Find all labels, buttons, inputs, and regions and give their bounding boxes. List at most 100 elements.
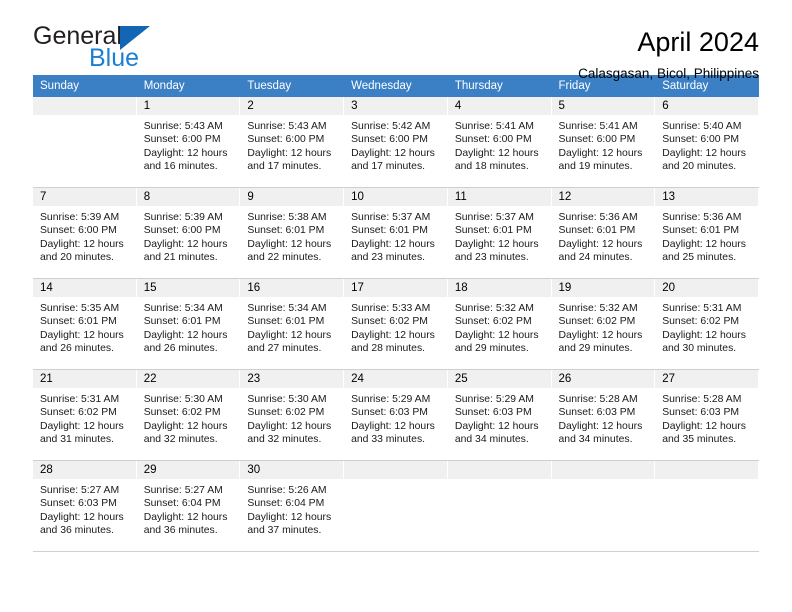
calendar-day-cell[interactable]: 29 Sunrise: 5:27 AM Sunset: 6:04 PM Dayligh… (136, 460, 241, 552)
daylight-duration-line2: and 18 minutes. (454, 161, 529, 173)
day-cell-inner: 27 Sunrise: 5:28 AM Sunset: 6:03 PM Dayligh… (655, 370, 759, 460)
daylight-duration-line2: and 21 minutes. (143, 252, 218, 264)
day-number: 12 (551, 188, 655, 206)
day-number: 21 (33, 370, 136, 388)
daylight-duration-line1: Daylight: 12 hours (143, 420, 228, 432)
calendar-day-cell[interactable]: 5 Sunrise: 5:41 AM Sunset: 6:00 PM Daylight… (551, 97, 656, 188)
daylight-duration-line1: Daylight: 12 hours (247, 147, 332, 159)
calendar-day-cell[interactable]: 11 Sunrise: 5:37 AM Sunset: 6:01 PM Dayligh… (447, 187, 552, 279)
day-number: 26 (551, 370, 655, 388)
day-number: 29 (136, 461, 240, 479)
calendar-day-cell[interactable]: 1 Sunrise: 5:43 AM Sunset: 6:00 PM Daylight… (136, 97, 241, 188)
day-cell-inner: 8 Sunrise: 5:39 AM Sunset: 6:00 PM Daylight… (136, 188, 241, 278)
day-cell-inner: 12 Sunrise: 5:36 AM Sunset: 6:01 PM Dayligh… (551, 188, 656, 278)
day-number: 14 (33, 279, 136, 297)
general-blue-logo[interactable]: General Blue (33, 24, 150, 71)
daylight-duration-line1: Daylight: 12 hours (351, 238, 435, 250)
sunrise-time: Sunrise: 5:31 AM (40, 394, 120, 405)
daylight-duration-line1: Daylight: 12 hours (558, 147, 643, 159)
daylight-duration-line1: Daylight: 12 hours (40, 511, 124, 523)
day-cell-inner: 14 Sunrise: 5:35 AM Sunset: 6:01 PM Dayligh… (33, 279, 137, 369)
calendar-day-cell[interactable]: 10 Sunrise: 5:37 AM Sunset: 6:01 PM Dayligh… (344, 187, 448, 279)
daylight-duration-line1: Daylight: 12 hours (351, 147, 435, 159)
daylight-duration-line2: and 17 minutes. (247, 161, 322, 173)
sunset-time: Sunset: 6:00 PM (662, 134, 740, 146)
calendar-day-cell[interactable]: 7 Sunrise: 5:39 AM Sunset: 6:00 PM Daylight… (33, 187, 137, 279)
calendar-day-cell[interactable]: 21 Sunrise: 5:31 AM Sunset: 6:02 PM Dayligh… (33, 369, 137, 461)
day-number (655, 461, 758, 479)
daylight-duration-line2: and 29 minutes. (454, 343, 529, 355)
day-details: Sunrise: 5:30 AM Sunset: 6:02 PM Daylight:… (240, 388, 343, 447)
day-details: Sunrise: 5:43 AM Sunset: 6:00 PM Daylight:… (137, 115, 240, 174)
day-cell-inner: 20 Sunrise: 5:31 AM Sunset: 6:02 PM Dayligh… (655, 279, 759, 369)
calendar-day-cell[interactable]: 14 Sunrise: 5:35 AM Sunset: 6:01 PM Dayligh… (33, 278, 137, 370)
day-number: 24 (344, 370, 447, 388)
sunrise-time: Sunrise: 5:37 AM (454, 212, 534, 223)
sunset-time: Sunset: 6:02 PM (40, 407, 117, 419)
calendar-day-cell[interactable]: 15 Sunrise: 5:34 AM Sunset: 6:01 PM Dayligh… (136, 278, 241, 370)
sunrise-time: Sunrise: 5:31 AM (662, 303, 742, 314)
daylight-duration-line1: Daylight: 12 hours (558, 329, 643, 341)
day-number (447, 461, 551, 479)
calendar-day-cell[interactable]: 20 Sunrise: 5:31 AM Sunset: 6:02 PM Dayligh… (655, 278, 759, 370)
calendar-day-cell[interactable]: 3 Sunrise: 5:42 AM Sunset: 6:00 PM Daylight… (344, 97, 448, 188)
day-number: 19 (551, 279, 655, 297)
sunrise-sunset-calendar: Sunday Monday Tuesday Wednesday Thursday Frid… (33, 75, 759, 552)
calendar-day-cell[interactable]: 23 Sunrise: 5:30 AM Sunset: 6:02 PM Dayligh… (240, 369, 345, 461)
day-details: Sunrise: 5:27 AM Sunset: 6:04 PM Daylight:… (137, 479, 240, 538)
sunrise-time: Sunrise: 5:27 AM (143, 485, 223, 496)
daylight-duration-line2: and 25 minutes. (662, 252, 737, 264)
calendar-day-cell[interactable]: 28 Sunrise: 5:27 AM Sunset: 6:03 PM Dayligh… (33, 460, 137, 552)
calendar-day-cell[interactable]: 25 Sunrise: 5:29 AM Sunset: 6:03 PM Dayligh… (447, 369, 552, 461)
daylight-duration-line2: and 37 minutes. (247, 525, 322, 537)
sunrise-time: Sunrise: 5:41 AM (558, 121, 638, 132)
calendar-day-cell[interactable]: 2 Sunrise: 5:43 AM Sunset: 6:00 PM Daylight… (240, 97, 345, 188)
day-details: Sunrise: 5:38 AM Sunset: 6:01 PM Daylight:… (240, 206, 343, 265)
day-details: Sunrise: 5:40 AM Sunset: 6:00 PM Daylight:… (655, 115, 758, 174)
calendar-day-cell[interactable]: 16 Sunrise: 5:34 AM Sunset: 6:01 PM Dayligh… (240, 278, 345, 370)
calendar-day-cell[interactable]: 22 Sunrise: 5:30 AM Sunset: 6:02 PM Dayligh… (136, 369, 241, 461)
calendar-day-cell[interactable]: 12 Sunrise: 5:36 AM Sunset: 6:01 PM Dayligh… (551, 187, 656, 279)
calendar-day-cell[interactable]: 18 Sunrise: 5:32 AM Sunset: 6:02 PM Dayligh… (447, 278, 552, 370)
calendar-day-cell[interactable]: 13 Sunrise: 5:36 AM Sunset: 6:01 PM Dayligh… (655, 187, 759, 279)
day-cell-inner: 10 Sunrise: 5:37 AM Sunset: 6:01 PM Dayligh… (344, 188, 448, 278)
calendar-day-cell[interactable]: 26 Sunrise: 5:28 AM Sunset: 6:03 PM Dayligh… (551, 369, 656, 461)
calendar-day-cell[interactable]: 6 Sunrise: 5:40 AM Sunset: 6:00 PM Daylight… (655, 97, 759, 188)
calendar-day-cell[interactable]: 30 Sunrise: 5:26 AM Sunset: 6:04 PM Dayligh… (240, 460, 345, 552)
day-cell-inner: 28 Sunrise: 5:27 AM Sunset: 6:03 PM Dayligh… (33, 461, 137, 551)
day-cell-inner (447, 461, 552, 551)
day-number: 30 (240, 461, 344, 479)
day-details: Sunrise: 5:43 AM Sunset: 6:00 PM Daylight:… (240, 115, 343, 174)
calendar-week-row: 21 Sunrise: 5:31 AM Sunset: 6:02 PM Dayligh… (33, 369, 759, 461)
day-number: 3 (344, 97, 447, 115)
sunset-time: Sunset: 6:01 PM (247, 225, 325, 237)
calendar-day-cell[interactable]: 19 Sunrise: 5:32 AM Sunset: 6:02 PM Dayligh… (551, 278, 656, 370)
weekday-header-sunday: Sunday (33, 75, 137, 97)
calendar-day-cell[interactable]: 17 Sunrise: 5:33 AM Sunset: 6:02 PM Dayligh… (344, 278, 448, 370)
sunset-time: Sunset: 6:03 PM (40, 498, 117, 510)
day-details: Sunrise: 5:42 AM Sunset: 6:00 PM Daylight:… (344, 115, 447, 174)
title-block: April 2024 Calasgasan, Bicol, Philippine… (578, 24, 759, 82)
calendar-day-cell[interactable]: 8 Sunrise: 5:39 AM Sunset: 6:00 PM Daylight… (136, 187, 241, 279)
daylight-duration-line2: and 28 minutes. (351, 343, 426, 355)
day-cell-inner: 2 Sunrise: 5:43 AM Sunset: 6:00 PM Daylight… (240, 97, 345, 187)
day-cell-inner: 1 Sunrise: 5:43 AM Sunset: 6:00 PM Daylight… (136, 97, 241, 187)
day-details: Sunrise: 5:41 AM Sunset: 6:00 PM Daylight:… (448, 115, 551, 174)
sunset-time: Sunset: 6:01 PM (247, 316, 325, 328)
daylight-duration-line2: and 34 minutes. (558, 434, 633, 446)
sunrise-time: Sunrise: 5:38 AM (247, 212, 327, 223)
calendar-day-cell[interactable]: 9 Sunrise: 5:38 AM Sunset: 6:01 PM Daylight… (240, 187, 345, 279)
sunrise-time: Sunrise: 5:29 AM (454, 394, 534, 405)
sunrise-time: Sunrise: 5:33 AM (351, 303, 431, 314)
sunset-time: Sunset: 6:01 PM (143, 316, 221, 328)
calendar-day-cell[interactable]: 27 Sunrise: 5:28 AM Sunset: 6:03 PM Dayligh… (655, 369, 759, 461)
calendar-day-cell[interactable]: 4 Sunrise: 5:41 AM Sunset: 6:00 PM Daylight… (447, 97, 552, 188)
day-cell-inner: 22 Sunrise: 5:30 AM Sunset: 6:02 PM Dayligh… (136, 370, 241, 460)
calendar-day-cell[interactable]: 24 Sunrise: 5:29 AM Sunset: 6:03 PM Dayligh… (344, 369, 448, 461)
day-details: Sunrise: 5:34 AM Sunset: 6:01 PM Daylight:… (137, 297, 240, 356)
daylight-duration-line2: and 33 minutes. (351, 434, 426, 446)
daylight-duration-line2: and 32 minutes. (143, 434, 218, 446)
sunset-time: Sunset: 6:01 PM (454, 225, 532, 237)
day-number: 22 (136, 370, 240, 388)
daylight-duration-line1: Daylight: 12 hours (351, 329, 435, 341)
